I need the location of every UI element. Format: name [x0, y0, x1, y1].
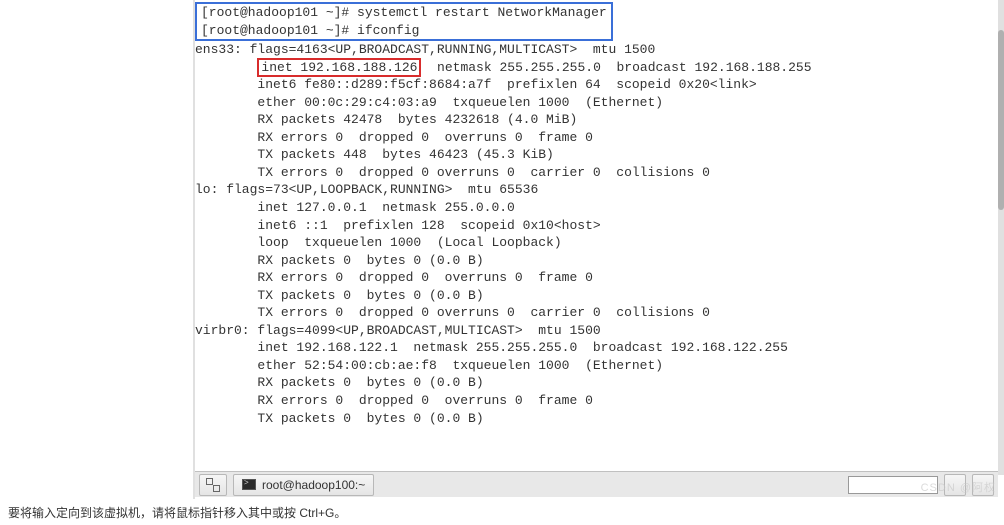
- output-line: RX packets 42478 bytes 4232618 (4.0 MiB): [195, 111, 998, 129]
- taskbar: root@hadoop100:~: [195, 471, 998, 497]
- output-line: virbr0: flags=4099<UP,BROADCAST,MULTICAS…: [195, 322, 998, 340]
- scrollbar-thumb[interactable]: [998, 30, 1004, 210]
- output-line: ens33: flags=4163<UP,BROADCAST,RUNNING,M…: [195, 41, 998, 59]
- terminal-output[interactable]: [root@hadoop101 ~]# systemctl restart Ne…: [195, 0, 998, 475]
- vm-hint-bar: 要将输入定向到该虚拟机，请将鼠标指针移入其中或按 Ctrl+G。: [0, 499, 1004, 525]
- output-line: RX errors 0 dropped 0 overruns 0 frame 0: [195, 392, 998, 410]
- taskbar-app-label: root@hadoop100:~: [262, 478, 365, 492]
- watermark: CSDN @阿权: [921, 479, 996, 495]
- output-line: ether 00:0c:29:c4:03:a9 txqueuelen 1000 …: [195, 94, 998, 112]
- output-line: inet6 fe80::d289:f5cf:8684:a7f prefixlen…: [195, 76, 998, 94]
- show-desktop-button[interactable]: [199, 474, 227, 496]
- output-line: TX packets 0 bytes 0 (0.0 B): [195, 410, 998, 428]
- output-line: RX packets 0 bytes 0 (0.0 B): [195, 252, 998, 270]
- scrollbar-vertical[interactable]: [998, 0, 1004, 475]
- output-line: inet 127.0.0.1 netmask 255.0.0.0: [195, 199, 998, 217]
- output-line: RX packets 0 bytes 0 (0.0 B): [195, 374, 998, 392]
- expose-icon: [206, 478, 220, 492]
- output-line: TX packets 0 bytes 0 (0.0 B): [195, 287, 998, 305]
- taskbar-app-terminal[interactable]: root@hadoop100:~: [233, 474, 374, 496]
- command-restart: systemctl restart NetworkManager: [357, 5, 607, 20]
- highlighted-commands-box: [root@hadoop101 ~]# systemctl restart Ne…: [195, 2, 613, 41]
- output-line: lo: flags=73<UP,LOOPBACK,RUNNING> mtu 65…: [195, 181, 998, 199]
- terminal-icon: [242, 479, 256, 490]
- output-rest: netmask 255.255.255.0 broadcast 192.168.…: [421, 60, 811, 75]
- prompt: [root@hadoop101 ~]#: [201, 23, 357, 38]
- output-line: inet6 ::1 prefixlen 128 scopeid 0x10<hos…: [195, 217, 998, 235]
- output-line: RX errors 0 dropped 0 overruns 0 frame 0: [195, 269, 998, 287]
- output-line: inet 192.168.122.1 netmask 255.255.255.0…: [195, 339, 998, 357]
- vm-hint-text: 要将输入定向到该虚拟机，请将鼠标指针移入其中或按 Ctrl+G。: [8, 506, 346, 520]
- highlighted-inet-box: inet 192.168.188.126: [257, 58, 421, 77]
- prompt: [root@hadoop101 ~]#: [201, 5, 357, 20]
- output-line: ether 52:54:00:cb:ae:f8 txqueuelen 1000 …: [195, 357, 998, 375]
- output-line: loop txqueuelen 1000 (Local Loopback): [195, 234, 998, 252]
- output-line: inet 192.168.188.126 netmask 255.255.255…: [195, 59, 998, 77]
- output-line: TX errors 0 dropped 0 overruns 0 carrier…: [195, 304, 998, 322]
- output-line: RX errors 0 dropped 0 overruns 0 frame 0: [195, 129, 998, 147]
- output-line: TX packets 448 bytes 46423 (45.3 KiB): [195, 146, 998, 164]
- command-ifconfig: ifconfig: [357, 23, 419, 38]
- output-line: TX errors 0 dropped 0 overruns 0 carrier…: [195, 164, 998, 182]
